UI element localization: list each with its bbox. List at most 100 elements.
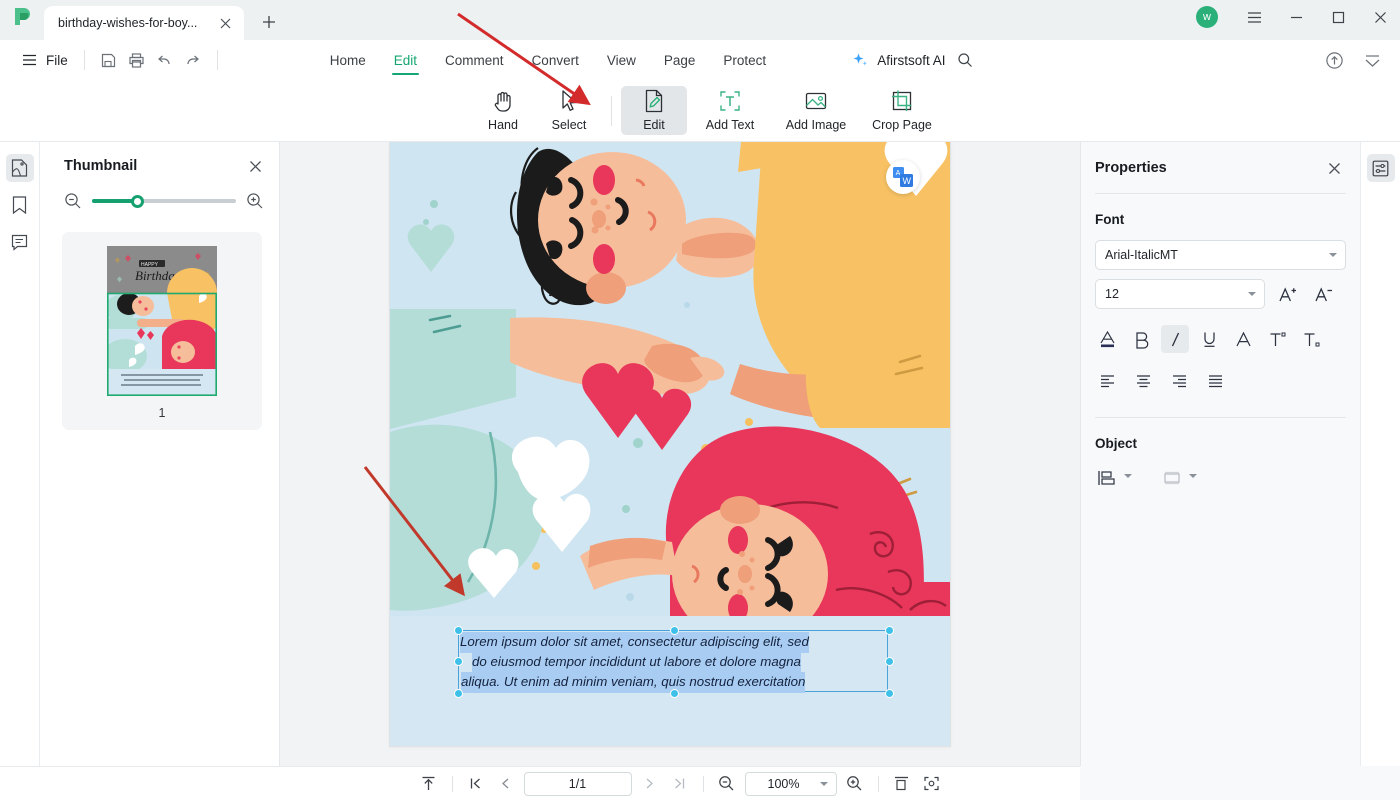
zoom-level-select[interactable]: 100% [744, 771, 837, 796]
crop-page-button[interactable]: Crop Page [859, 86, 945, 135]
sidebar-item-thumbnail[interactable] [5, 154, 34, 182]
object-align-button[interactable] [1093, 465, 1136, 491]
bold-button[interactable] [1127, 325, 1155, 353]
fit-width-button[interactable] [890, 772, 914, 796]
properties-sliders-icon [1372, 160, 1389, 177]
scroll-to-top-button[interactable] [417, 772, 441, 796]
document-page[interactable]: Lorem ipsum dolor sit amet, consectetur … [390, 142, 950, 746]
add-text-button[interactable]: Add Text [687, 86, 773, 135]
underline-button[interactable] [1195, 325, 1223, 353]
font-size-select[interactable]: 12 [1095, 279, 1265, 309]
sidebar-item-comment[interactable] [6, 228, 34, 256]
translate-to-word-button[interactable]: A W [886, 160, 920, 194]
object-arrange-button[interactable] [1158, 465, 1201, 491]
align-left-button[interactable] [1093, 367, 1121, 395]
tab-convert[interactable]: Convert [518, 43, 593, 77]
sidebar-item-bookmark[interactable] [6, 191, 34, 219]
add-image-button[interactable]: Add Image [773, 86, 859, 135]
resize-handle-bottom-left[interactable] [454, 689, 463, 698]
font-family-select[interactable]: Arial-ItalicMT [1095, 240, 1346, 270]
text-align-buttons [1093, 367, 1348, 395]
decrease-font-size-button[interactable] [1309, 280, 1337, 308]
font-style-button[interactable] [1229, 325, 1257, 353]
cloud-upload-icon[interactable] [1320, 46, 1348, 74]
tab-convert-label: Convert [531, 52, 579, 68]
undo-icon[interactable] [151, 46, 179, 74]
zoom-in-button[interactable] [843, 772, 867, 796]
status-bar-left-filler [0, 766, 280, 800]
zoom-out-button[interactable] [715, 772, 739, 796]
resize-handle-top-right[interactable] [885, 626, 894, 635]
thumbnail-page-card[interactable]: HAPPY Birthday 1 [62, 232, 262, 430]
align-right-button[interactable] [1165, 367, 1193, 395]
document-tab[interactable]: birthday-wishes-for-boy... [44, 6, 244, 40]
edit-tool-button[interactable]: Edit [621, 86, 687, 135]
resize-handle-top-left[interactable] [454, 626, 463, 635]
hand-tool-button[interactable]: Hand [470, 86, 536, 135]
increase-font-size-button[interactable] [1273, 280, 1301, 308]
collapse-ribbon-icon[interactable] [1358, 46, 1386, 74]
font-color-button[interactable] [1093, 325, 1121, 353]
resize-handle-top-center[interactable] [670, 626, 679, 635]
add-image-icon [803, 88, 829, 114]
fullscreen-icon [923, 775, 940, 792]
underline-icon [1200, 330, 1219, 349]
tab-view[interactable]: View [593, 43, 650, 77]
resize-handle-middle-left[interactable] [454, 657, 463, 666]
slider-knob[interactable] [130, 194, 144, 208]
close-thumbnail-panel-icon[interactable] [245, 156, 265, 176]
next-page-button[interactable] [638, 772, 662, 796]
select-tool-button[interactable]: Select [536, 86, 602, 135]
resize-handle-bottom-right[interactable] [885, 689, 894, 698]
fullscreen-button[interactable] [920, 772, 944, 796]
sidebar-item-properties[interactable] [1366, 154, 1395, 182]
user-avatar[interactable]: w [1196, 6, 1218, 28]
align-justify-button[interactable] [1201, 367, 1229, 395]
print-icon[interactable] [123, 46, 151, 74]
close-tab-icon[interactable] [216, 14, 234, 32]
close-properties-panel-icon[interactable] [1324, 158, 1344, 178]
tab-page[interactable]: Page [650, 43, 710, 77]
thumbnail-zoom-in-icon[interactable] [246, 192, 264, 210]
last-page-button[interactable] [668, 772, 692, 796]
subscript-button[interactable] [1297, 325, 1325, 353]
superscript-button[interactable] [1263, 325, 1291, 353]
italic-button[interactable] [1161, 325, 1189, 353]
previous-page-button[interactable] [494, 772, 518, 796]
superscript-icon [1268, 330, 1287, 349]
selected-text-block[interactable]: Lorem ipsum dolor sit amet, consectetur … [454, 626, 894, 698]
document-viewport[interactable]: Lorem ipsum dolor sit amet, consectetur … [280, 142, 1080, 800]
title-bar: birthday-wishes-for-boy... w [0, 0, 1400, 40]
file-menu-button[interactable]: File [16, 50, 74, 71]
main-menu-icon[interactable] [1234, 3, 1274, 31]
search-icon[interactable] [951, 46, 979, 74]
tab-page-label: Page [663, 52, 696, 68]
menu-bar: File Home Edit Comment Convert View Page… [0, 40, 1400, 80]
zoom-out-icon [718, 775, 735, 792]
new-tab-button[interactable] [254, 7, 284, 37]
maximize-button[interactable] [1318, 3, 1358, 31]
page-number-input[interactable]: 1/1 [523, 771, 632, 796]
add-text-icon [717, 88, 743, 114]
minimize-button[interactable] [1276, 3, 1316, 31]
tab-protect[interactable]: Protect [709, 43, 780, 77]
resize-handle-middle-right[interactable] [885, 657, 894, 666]
thumbnail-icon [11, 159, 28, 177]
tab-comment[interactable]: Comment [431, 43, 518, 77]
align-center-button[interactable] [1129, 367, 1157, 395]
tab-edit[interactable]: Edit [380, 43, 431, 77]
chevron-down-icon [1248, 292, 1256, 296]
tab-home[interactable]: Home [316, 43, 380, 77]
close-window-button[interactable] [1360, 3, 1400, 31]
file-menu-label: File [46, 52, 68, 68]
thumbnail-zoom-slider[interactable] [92, 194, 236, 208]
object-arrange-icon [1162, 468, 1182, 488]
hand-icon [490, 88, 516, 114]
first-page-button[interactable] [464, 772, 488, 796]
resize-handle-bottom-center[interactable] [670, 689, 679, 698]
redo-icon[interactable] [179, 46, 207, 74]
afirstsoft-ai-button[interactable]: Afirstsoft AI [852, 52, 945, 69]
save-icon[interactable] [95, 46, 123, 74]
select-tool-label: Select [551, 118, 587, 132]
thumbnail-zoom-out-icon[interactable] [64, 192, 82, 210]
